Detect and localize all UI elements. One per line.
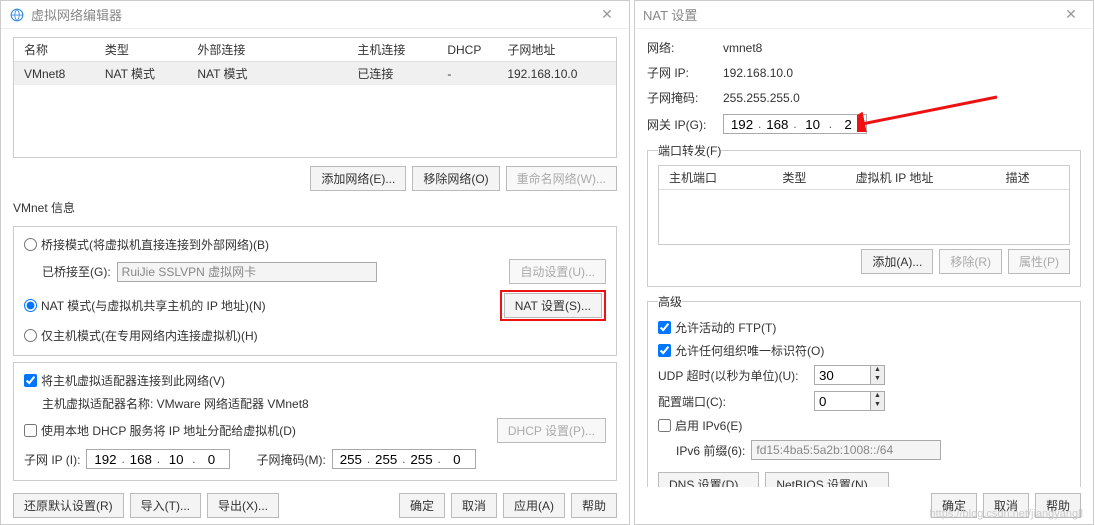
nat-settings-highlight: NAT 设置(S)... — [500, 290, 606, 321]
restore-defaults-button[interactable]: 还原默认设置(R) — [13, 493, 124, 518]
subnet-ip-value: 192.168.10.0 — [723, 66, 793, 80]
udp-timeout-label: UDP 超时(以秒为单位)(U): — [658, 367, 808, 384]
col-host[interactable]: 主机连接 — [347, 38, 437, 62]
import-button[interactable]: 导入(T)... — [130, 493, 201, 518]
ok-button[interactable]: 确定 — [931, 493, 977, 518]
bridged-radio[interactable]: 桥接模式(将虚拟机直接连接到外部网络)(B) — [24, 236, 269, 253]
help-button[interactable]: 帮助 — [571, 493, 617, 518]
netbios-settings-button[interactable]: NetBIOS 设置(N)... — [765, 472, 888, 487]
udp-timeout-spinner[interactable]: ▲▼ — [814, 365, 885, 385]
auto-settings-button: 自动设置(U)... — [509, 259, 606, 284]
vmnet-table[interactable]: 名称 类型 外部连接 主机连接 DHCP 子网地址 VMnet8 NAT 模式 — [13, 37, 617, 158]
pf-add-button[interactable]: 添加(A)... — [861, 249, 933, 274]
cancel-button[interactable]: 取消 — [983, 493, 1029, 518]
dns-settings-button[interactable]: DNS 设置(D)... — [658, 472, 759, 487]
ipv6-prefix-input — [751, 440, 941, 460]
vmnet-info-group: 桥接模式(将虚拟机直接连接到外部网络)(B) 已桥接至(G): 自动设置(U).… — [13, 226, 617, 356]
config-port-spinner[interactable]: ▲▼ — [814, 391, 885, 411]
gateway-ip-input[interactable]: . . . — [723, 114, 867, 134]
local-dhcp-check[interactable]: 使用本地 DHCP 服务将 IP 地址分配给虚拟机(D) — [24, 422, 296, 439]
close-icon[interactable]: ✕ — [1057, 6, 1085, 23]
subnet-ip-input[interactable]: . . . — [86, 449, 230, 469]
subnet-mask-input[interactable]: . . . — [332, 449, 476, 469]
ok-button[interactable]: 确定 — [399, 493, 445, 518]
left-titlebar: 虚拟网络编辑器 ✕ — [1, 1, 629, 29]
export-button[interactable]: 导出(X)... — [207, 493, 279, 518]
hostonly-radio[interactable]: 仅主机模式(在专用网络内连接虚拟机)(H) — [24, 327, 258, 344]
gateway-label: 网关 IP(G): — [647, 116, 717, 133]
subnet-mask-label: 子网掩码: — [647, 89, 717, 106]
nat-radio[interactable]: NAT 模式(与虚拟机共享主机的 IP 地址)(N) — [24, 297, 266, 314]
advanced-group: 高级 允许活动的 FTP(T) 允许任何组织唯一标识符(O) UDP 超时(以秒… — [647, 293, 1081, 487]
host-adapter-name: 主机虚拟适配器名称: VMware 网络适配器 VMnet8 — [42, 395, 309, 412]
apply-button[interactable]: 应用(A) — [503, 493, 565, 518]
port-forward-group: 端口转发(F) 主机端口 类型 虚拟机 IP 地址 描述 添加(A)... 移除… — [647, 142, 1081, 287]
col-name[interactable]: 名称 — [14, 38, 95, 62]
col-type[interactable]: 类型 — [95, 38, 188, 62]
subnet-ip-label: 子网 IP (I): — [24, 451, 80, 468]
right-titlebar: NAT 设置 ✕ — [635, 1, 1093, 29]
col-dhcp[interactable]: DHCP — [437, 38, 497, 62]
vmnet-info-title: VMnet 信息 — [13, 199, 617, 216]
nat-settings-button[interactable]: NAT 设置(S)... — [504, 293, 602, 318]
globe-icon — [9, 7, 25, 23]
pf-props-button: 属性(P) — [1008, 249, 1070, 274]
subnet-ip-label: 子网 IP: — [647, 64, 717, 81]
subnet-mask-label: 子网掩码(M): — [256, 451, 325, 468]
network-label: 网络: — [647, 39, 717, 56]
col-ext[interactable]: 外部连接 — [187, 38, 347, 62]
ipv6-enable-check[interactable]: 启用 IPv6(E) — [658, 417, 742, 434]
help-button[interactable]: 帮助 — [1035, 493, 1081, 518]
right-title: NAT 设置 — [643, 5, 697, 24]
subnet-mask-value: 255.255.255.0 — [723, 91, 800, 105]
pf-remove-button: 移除(R) — [939, 249, 1002, 274]
port-forward-title: 端口转发(F) — [658, 142, 721, 159]
left-title: 虚拟网络编辑器 — [31, 5, 122, 24]
advanced-title: 高级 — [658, 293, 682, 310]
bridged-to-label: 已桥接至(G): — [42, 263, 111, 280]
close-icon[interactable]: ✕ — [593, 6, 621, 23]
bridged-to-select — [117, 262, 377, 282]
port-forward-table[interactable]: 主机端口 类型 虚拟机 IP 地址 描述 — [658, 165, 1070, 245]
ipv6-prefix-label: IPv6 前缀(6): — [676, 442, 745, 459]
cancel-button[interactable]: 取消 — [451, 493, 497, 518]
dhcp-settings-button: DHCP 设置(P)... — [497, 418, 606, 443]
table-row[interactable]: VMnet8 NAT 模式 NAT 模式 已连接 - 192.168.10.0 — [14, 62, 616, 86]
add-network-button[interactable]: 添加网络(E)... — [310, 166, 406, 191]
config-port-label: 配置端口(C): — [658, 393, 808, 410]
col-subnet[interactable]: 子网地址 — [497, 38, 616, 62]
host-adapter-group: 将主机虚拟适配器连接到此网络(V) 主机虚拟适配器名称: VMware 网络适配… — [13, 362, 617, 481]
network-value: vmnet8 — [723, 41, 762, 55]
active-ftp-check[interactable]: 允许活动的 FTP(T) — [658, 319, 776, 336]
rename-network-button: 重命名网络(W)... — [506, 166, 617, 191]
host-adapter-check[interactable]: 将主机虚拟适配器连接到此网络(V) — [24, 372, 225, 389]
any-oui-check[interactable]: 允许任何组织唯一标识符(O) — [658, 342, 824, 359]
remove-network-button[interactable]: 移除网络(O) — [412, 166, 499, 191]
